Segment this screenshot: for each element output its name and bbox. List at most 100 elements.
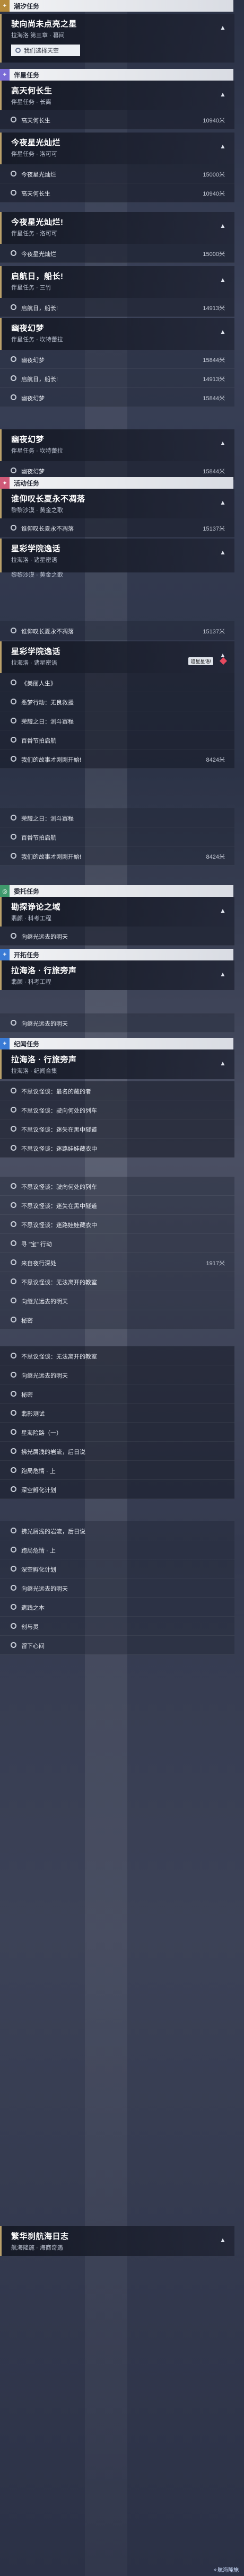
step-text: 荣耀之日：测斗赛程	[21, 816, 74, 822]
quest-step-row[interactable]: 寻 "宝" 行动	[0, 1234, 234, 1253]
step-text: 高天何长生	[21, 191, 50, 197]
quest-step-row[interactable]: 恶梦行动：无良救援	[0, 692, 234, 711]
quest-step-row[interactable]: 我们的故事才刚刚开始! 8424米	[0, 846, 234, 866]
step-circle-icon	[11, 1623, 16, 1629]
section-header-companion[interactable]: + 伴星任务	[0, 69, 233, 81]
step-text: 荣耀之日：测斗赛程	[21, 719, 74, 725]
quest-step-row[interactable]: 我们的故事才刚刚开始! 8424米	[0, 749, 234, 769]
quest-step-row[interactable]: 幽夜幻梦 15844米	[0, 350, 234, 369]
collapse-chevron-icon[interactable]: ▲	[219, 2236, 227, 2244]
step-distance: 1917米	[206, 1260, 225, 1267]
quest-step-row[interactable]: 不思议怪谈：驶向何处的列车	[0, 1100, 234, 1119]
collapse-chevron-icon[interactable]: ▲	[219, 276, 227, 284]
collapse-chevron-icon[interactable]: ▲	[219, 498, 227, 507]
quest-step-row[interactable]: 翡影测试	[0, 1404, 234, 1423]
step-text: 不思议怪谈：无法离开的教室	[21, 1280, 97, 1286]
quest-step-row[interactable]: 幽夜幻梦 15844米	[0, 388, 234, 407]
quest-step-row[interactable]: 高天何长生 10940米	[0, 110, 234, 129]
section-header-daily[interactable]: ◎ 委托任务	[0, 885, 233, 897]
quest-step-row[interactable]: 谁仰叹长夏永不凋落 15137米	[0, 621, 234, 640]
section-header-tide[interactable]: + 潮汐任务	[0, 0, 233, 12]
quest-title: 幽夜幻梦	[11, 435, 45, 444]
quest-step-row[interactable]: 创与灵	[0, 1617, 234, 1636]
quest-card-t2[interactable]: 拉海洛 · 行旅旁声 拉海洛 · 纪闻合集 ▲	[0, 1049, 234, 1079]
quest-step-row[interactable]: 深空孵化计划	[0, 1480, 234, 1499]
quest-step-row[interactable]: 启航日，船长! 14913米	[0, 369, 234, 388]
quest-step-row[interactable]: 不思议怪谈：最名的藏的者	[0, 1081, 234, 1100]
quest-step-row[interactable]: 荣耀之日：测斗赛程	[0, 808, 234, 827]
step-text: 我们的故事才刚刚开始!	[21, 854, 82, 860]
quest-step-row[interactable]: 星海险路（一）	[0, 1423, 234, 1442]
quest-step-row[interactable]: 荣耀之日：测斗赛程	[0, 711, 234, 730]
collapse-chevron-icon[interactable]: ▲	[219, 439, 227, 447]
track-button[interactable]: 我们选择天空	[11, 45, 80, 56]
quest-step-row[interactable]: 不思议怪谈：无法离开的教室	[0, 1346, 234, 1365]
quest-step-row[interactable]: 留下心间	[0, 1636, 234, 1655]
section-title: 开拓任务	[14, 951, 40, 959]
quest-step-row[interactable]: 不思议怪谈：驶向何处的列车	[0, 1177, 234, 1196]
quest-card-t1[interactable]: 拉海洛 · 行旅旁声 翡颜 · 科考工程 ▲	[0, 960, 234, 990]
quest-step-row[interactable]: 百番节拍启航	[0, 730, 234, 749]
step-circle-icon	[11, 250, 16, 256]
quest-step-row[interactable]: 跑局危情 · 上	[0, 1461, 234, 1480]
quest-card-q1[interactable]: 驶向尚未点亮之星 拉海洛 第三章 · 暮间 ▲ 我们选择天空	[0, 14, 234, 63]
collapse-chevron-icon[interactable]: ▲	[219, 328, 227, 336]
quest-step-row[interactable]: 向继光远去的明天	[0, 1578, 234, 1598]
collapse-chevron-icon[interactable]: ▲	[219, 142, 227, 151]
section-header-trailblaze[interactable]: + 开拓任务	[0, 949, 233, 960]
step-circle-icon	[11, 117, 16, 122]
quest-step-row[interactable]: 向继光远去的明天	[0, 1291, 234, 1310]
quest-card-c4[interactable]: 启航日，船长! 伴星任务 · 三竹 ▲	[0, 266, 234, 298]
quest-step-row[interactable]: 启航日，船长! 14913米	[0, 298, 234, 317]
collapse-chevron-icon[interactable]: ▲	[219, 90, 227, 99]
quest-step-row[interactable]: 不思议怪谈：迷路娃娃藏衣中	[0, 1139, 234, 1158]
quest-step-row[interactable]: 跑局危情 · 上	[0, 1540, 234, 1559]
quest-card-d1[interactable]: 勘探诤论之域 翡颜 · 科考工程 ▲	[0, 897, 234, 927]
quest-step-row[interactable]: 不思议怪谈：无法离开的教室	[0, 1272, 234, 1291]
quest-card-f1[interactable]: 繁华刹航海日志 航海隆施 · 海商奇遇 ▲	[0, 2226, 234, 2256]
quest-card-c1[interactable]: 高天何长生 伴星任务 · 长离 ▲	[0, 81, 234, 110]
quest-step-row[interactable]: 高天何长生 10940米	[0, 183, 234, 202]
quest-card-c2[interactable]: 今夜星光灿烂 伴星任务 · 洛可可 ▲	[0, 133, 234, 164]
quest-step-row[interactable]: 向继光远去的明天	[0, 927, 234, 946]
quest-step-row[interactable]: 谁仰叹长夏永不凋落 15137米	[0, 518, 234, 537]
collapse-chevron-icon[interactable]: ▲	[219, 222, 227, 230]
quest-step-row[interactable]: 秘密	[0, 1310, 234, 1329]
quest-card-e2[interactable]: 星彩学院逸话 拉海洛 · 诸星密语 ▲ 黎黎沙漠 · 黄金之歌	[0, 539, 234, 578]
collapse-chevron-icon[interactable]: ▲	[219, 906, 227, 915]
quest-step-row[interactable]: 百番节拍启航	[0, 827, 234, 846]
step-text: 跑局危情 · 上	[21, 1468, 56, 1475]
quest-subtitle: 伴星任务 · 洛可可	[11, 151, 57, 157]
collapse-chevron-icon[interactable]: ▲	[219, 1059, 227, 1068]
collapse-chevron-icon[interactable]: ▲	[219, 970, 227, 978]
quest-card-c3[interactable]: 今夜星光灿烂! 伴星任务 · 洛可可 ▲	[0, 212, 234, 244]
quest-step-row[interactable]: 向继光远去的明天	[0, 1013, 234, 1033]
quest-step-row[interactable]: 遗践之本	[0, 1598, 234, 1617]
quest-card-e1[interactable]: 谁仰叹长夏永不凋落 黎黎沙漠 · 黄金之歌 ▲	[0, 489, 234, 518]
quest-step-row[interactable]: 《美丽人生》	[0, 673, 234, 692]
section-header-trailblaze2[interactable]: + 纪闻任务	[0, 1038, 233, 1049]
step-text: 恶梦行动：无良救援	[21, 700, 74, 706]
step-text: 向继光远去的明天	[21, 1299, 68, 1305]
collapse-chevron-icon[interactable]: ▲	[219, 548, 227, 557]
quest-card-e3[interactable]: 星彩学院逸话 拉海洛 · 诸星密语 ▲ 追星星语!	[0, 641, 234, 673]
quest-step-row[interactable]: 秘密	[0, 1384, 234, 1404]
quest-step-row[interactable]: 不思议怪谈：迷失在黑中隧道	[0, 1196, 234, 1215]
quest-step-row[interactable]: 不思议怪谈：迷路娃娃藏衣中	[0, 1215, 234, 1234]
quest-step-row[interactable]: 深空孵化计划	[0, 1559, 234, 1578]
quest-panel: + 潮汐任务 驶向尚未点亮之星 拉海洛 第三章 · 暮间 ▲ 我们选择天空 + 伴星任务 高天何…	[0, 0, 244, 2576]
quest-step-row[interactable]: 向继光远去的明天	[0, 1365, 234, 1384]
quest-card-c6[interactable]: 幽夜幻梦 伴星任务 · 坎特蕾拉 ▲	[0, 429, 234, 461]
quest-step-row[interactable]: 拂光屑浅的岩流，后日说	[0, 1521, 234, 1540]
quest-step-row[interactable]: 来自夜行深处 1917米	[0, 1253, 234, 1272]
quest-step-row[interactable]: 不思议怪谈：迷失在黑中隧道	[0, 1119, 234, 1139]
step-text: 幽夜幻梦	[21, 357, 45, 364]
quest-step-row[interactable]: 今夜星光灿烂 15000米	[0, 164, 234, 183]
step-text: 谁仰叹长夏永不凋落	[21, 629, 74, 635]
quest-card-c5[interactable]: 幽夜幻梦 伴星任务 · 坎特蕾拉 ▲	[0, 318, 234, 350]
quest-step-row[interactable]: 今夜星光灿烂 15000米	[0, 244, 234, 263]
step-text: 不思议怪谈：迷路娃娃藏衣中	[21, 1146, 97, 1152]
collapse-chevron-icon[interactable]: ▲	[219, 23, 227, 32]
section-header-event[interactable]: ✦ 活动任务	[0, 477, 233, 489]
quest-step-row[interactable]: 拂光屑浅的岩流，后日说	[0, 1442, 234, 1461]
